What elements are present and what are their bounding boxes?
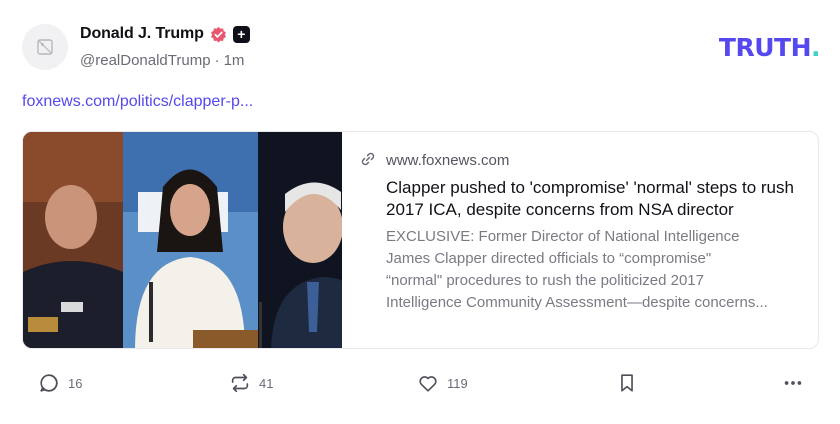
author-name-row: Donald J. Trump + <box>80 25 250 43</box>
author-handle[interactable]: @realDonaldTrump <box>80 52 211 69</box>
plus-badge-icon: + <box>232 25 250 43</box>
retruth-button[interactable]: 41 <box>229 372 273 394</box>
author-meta: @realDonaldTrump · 1m <box>80 52 244 69</box>
card-description-line: Intelligence Community Assessment—despit… <box>386 294 768 311</box>
truth-social-logo[interactable]: TRUTH. <box>718 33 821 62</box>
card-description-line: “normal" procedures to rush the politici… <box>386 272 704 289</box>
more-options-button[interactable] <box>782 372 804 394</box>
like-button[interactable]: 119 <box>417 372 468 394</box>
card-description-line: James Clapper directed officials to “com… <box>386 250 712 267</box>
heart-icon <box>419 376 437 392</box>
more-dots-icon <box>784 381 802 385</box>
preview-photo-icon <box>23 132 342 348</box>
reply-icon <box>40 374 58 392</box>
reply-button[interactable]: 16 <box>38 372 82 394</box>
logo-dot: . <box>811 33 821 62</box>
card-description-line: EXCLUSIVE: Former Director of National I… <box>386 228 740 245</box>
post-actions: 16 41 119 <box>38 372 810 396</box>
card-domain: www.foxnews.com <box>386 152 510 169</box>
image-placeholder-icon <box>37 39 53 55</box>
post-timestamp[interactable]: 1m <box>224 52 245 69</box>
card-title[interactable]: Clapper pushed to 'compromise' 'normal' … <box>386 177 806 221</box>
meta-separator: · <box>214 52 220 69</box>
post-header: Donald J. Trump + @realDonaldTrump · 1m … <box>22 22 822 74</box>
link-icon <box>361 152 375 166</box>
verified-badge-icon <box>210 26 226 42</box>
like-count: 119 <box>447 375 468 391</box>
link-preview-body: www.foxnews.com Clapper pushed to 'compr… <box>342 132 818 348</box>
bookmark-button[interactable] <box>616 372 638 394</box>
author-display-name[interactable]: Donald J. Trump <box>80 25 204 43</box>
bookmark-icon <box>621 374 633 392</box>
post-link[interactable]: foxnews.com/politics/clapper-p... <box>22 93 253 111</box>
link-preview-card[interactable]: www.foxnews.com Clapper pushed to 'compr… <box>22 131 819 349</box>
retruth-count: 41 <box>259 375 274 391</box>
reply-count: 16 <box>68 375 83 391</box>
retruth-icon <box>231 373 249 393</box>
avatar[interactable] <box>22 24 68 70</box>
logo-text: TRUTH <box>718 33 812 62</box>
card-description: EXCLUSIVE: Former Director of National I… <box>386 226 814 314</box>
link-preview-image[interactable] <box>23 132 342 348</box>
